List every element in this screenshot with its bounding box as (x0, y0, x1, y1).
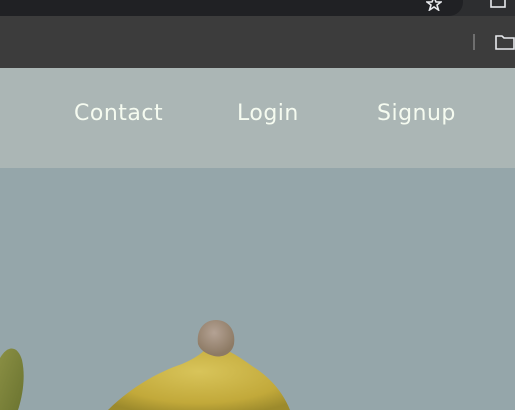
bookmarks-divider (473, 34, 475, 50)
nav-link-login[interactable]: Login (237, 101, 299, 126)
nav-link-signup[interactable]: Signup (377, 101, 456, 126)
hero-image (0, 320, 290, 410)
nav-link-contact[interactable]: Contact (74, 101, 163, 126)
bookmark-star-icon[interactable] (426, 0, 442, 11)
extensions-icon[interactable] (490, 0, 506, 9)
bookmarks-bar (0, 16, 515, 68)
hero-section (0, 168, 515, 410)
banana-body (108, 345, 290, 410)
browser-toolbar (0, 0, 515, 16)
fruit-edge-left (0, 348, 24, 410)
banana-tip (197, 320, 235, 357)
bookmarks-folder-icon[interactable] (495, 34, 515, 50)
address-bar[interactable] (0, 0, 463, 16)
